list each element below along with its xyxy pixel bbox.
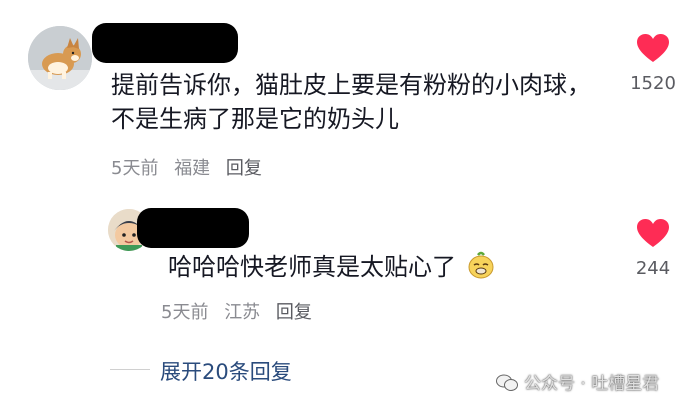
expand-replies-button[interactable]: 展开20条回复 <box>160 356 292 386</box>
reply-button[interactable]: 回复 <box>226 158 262 179</box>
redacted-username <box>137 208 249 248</box>
like-count: 1520 <box>630 73 676 94</box>
like-button[interactable]: 1520 <box>618 33 688 94</box>
corgi-avatar-image <box>28 26 92 90</box>
comment-location: 福建 <box>174 158 211 179</box>
comment-meta: 5天前 福建 回复 <box>111 154 272 180</box>
wechat-icon <box>496 374 518 391</box>
user-avatar[interactable] <box>28 26 92 90</box>
comment-time: 5天前 <box>161 302 209 323</box>
like-count: 244 <box>635 258 671 279</box>
redacted-username <box>92 23 238 63</box>
sly-face-emoji-icon <box>468 251 494 279</box>
comment-text-content: 哈哈哈快老师真是太贴心了 <box>168 253 456 281</box>
comment-meta: 5天前 江苏 回复 <box>161 298 322 324</box>
watermark: 公众号 · 吐槽星君 <box>496 369 659 394</box>
comment-text: 提前告诉你，猫肚皮上要是有粉粉的小肉球，不是生病了那是它的奶头儿 <box>111 71 591 133</box>
comment-text: 哈哈哈快老师真是太贴心了 <box>168 250 496 284</box>
heart-icon <box>637 34 669 62</box>
reply-button[interactable]: 回复 <box>276 302 312 323</box>
watermark-text: 公众号 · 吐槽星君 <box>524 374 660 394</box>
divider-line <box>110 369 150 370</box>
comment-time: 5天前 <box>111 158 159 179</box>
comment-location: 江苏 <box>224 302 261 323</box>
like-button[interactable]: 244 <box>618 218 688 279</box>
heart-icon <box>637 219 669 247</box>
